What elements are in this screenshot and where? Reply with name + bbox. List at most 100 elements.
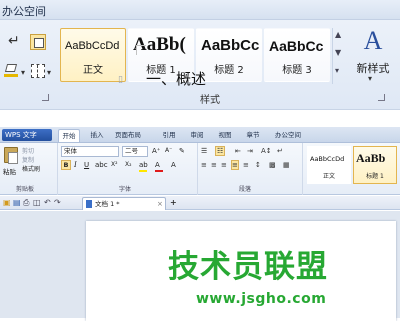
clipboard-group: 粘贴 剪切 复制 格式刷 剪贴板 [0,143,58,195]
border-box-icon[interactable] [30,34,46,50]
document-icon [86,200,92,208]
grow-font-button[interactable]: A⁺ [152,146,160,156]
sort-icon[interactable]: A↕ [261,146,272,156]
tab-insert[interactable]: 插入 [88,129,106,142]
style-gallery-scroll: ▲ ▼ ▾ [332,28,344,84]
format-painter-button[interactable]: 格式刷 [22,164,40,173]
highlight-color-swatch [139,170,147,172]
font-color-button[interactable]: A [155,160,160,170]
tab-sections[interactable]: 章节 [244,129,262,142]
tab-page-layout[interactable]: 页面布局 [112,129,144,142]
paragraph-mark-icon[interactable]: ↵ [8,34,22,48]
border-icon[interactable]: ▦ [283,160,290,170]
justify-icon[interactable]: ≡ [231,160,239,170]
align-center-icon[interactable]: ≡ [211,160,217,170]
style-heading-3[interactable]: AaBbCc 标题 3 [264,28,330,82]
open-icon[interactable]: ▣ [3,198,11,208]
style-caption: 正文 [83,65,103,76]
bold-button[interactable]: B [61,160,71,170]
quick-access-bar: ▣ ▤ ⎙ ◫ ↶ ↷ 文档 1 * × + [0,196,400,210]
watermark-text: 技术员联盟 [168,249,328,285]
paste-button-label[interactable]: 粘贴 [3,166,16,176]
scroll-down-icon[interactable]: ▼ [335,48,341,58]
margin-corner-mark [136,45,146,55]
italic-button[interactable]: I [74,160,77,170]
clipboard-group-label: 剪贴板 [16,186,35,193]
superscript-button[interactable]: X² [111,160,118,170]
tab-home[interactable]: 开始 [58,129,80,142]
font-size-select[interactable]: 二号 [122,146,148,157]
distribute-icon[interactable]: ≡ [243,160,249,170]
group-launcher-icon[interactable] [378,94,385,101]
show-marks-icon[interactable]: ↵ [277,146,283,156]
style-normal[interactable]: AaBbCcDd 正文 [307,146,351,184]
document-heading[interactable]: 一、概述 [146,68,206,89]
close-icon[interactable]: × [157,199,163,209]
style-caption: 标题 1 [366,173,384,180]
bullets-icon[interactable]: ☰ [201,146,207,156]
tab-review[interactable]: 审阅 [188,129,206,142]
style-sample: AaBbCcDd [310,155,345,163]
char-border-button[interactable]: A [171,160,176,170]
shrink-font-button[interactable]: A⁻ [165,146,172,156]
shading-icon[interactable]: ▩ [269,160,276,170]
paste-icon[interactable] [4,147,18,164]
align-left-icon[interactable]: ≡ [201,160,207,170]
new-style-button[interactable]: A 新样式 ▾ [348,28,398,84]
print-preview-icon[interactable]: ◫ [33,198,41,208]
subscript-button[interactable]: X₂ [125,160,132,170]
tab-office-space[interactable]: 办公空间 [272,129,304,142]
outdent-icon[interactable]: ⇤ [235,146,241,156]
document-tab[interactable]: 文档 1 * × [82,197,166,210]
style-caption: 标题 3 [282,65,312,76]
document-tab-label: 文档 1 * [95,200,120,208]
watermark-url: www.jsgho.com [196,291,327,307]
font-color-swatch [155,170,163,172]
borders-grid-icon[interactable] [31,64,45,78]
menu-tab-bar: WPS 文字 开始 插入 页面布局 引用 审阅 视图 章节 办公空间 [0,127,400,143]
styles-group-label: 样式 [200,95,220,106]
wps-app-menu-button[interactable]: WPS 文字 [2,129,52,141]
scroll-up-icon[interactable]: ▲ [335,30,341,40]
underline-button[interactable]: U [84,160,89,170]
line-spacing-icon[interactable]: ↕ [255,160,261,170]
style-sample: AaBbCcDd [65,40,120,52]
align-right-icon[interactable]: ≡ [221,160,227,170]
chevron-down-icon: ▾ [368,74,373,83]
top-tab-bar: 办公空间 [0,0,400,20]
redo-icon[interactable]: ↷ [54,198,61,208]
indent-icon[interactable]: ⇥ [247,146,253,156]
copy-button[interactable]: 复制 [22,155,34,164]
font-group: 宋体 二号 A⁺ A⁻ ✎ B I U abc X² X₂ ab A A 字体 [59,143,198,195]
new-tab-button[interactable]: + [170,198,177,208]
undo-icon[interactable]: ↶ [44,198,51,208]
style-caption: 标题 2 [214,65,244,76]
tab-view[interactable]: 视图 [216,129,234,142]
style-caption: 正文 [322,173,335,180]
new-style-icon: A [363,26,383,55]
clear-format-icon[interactable]: ✎ [179,146,185,156]
style-sample: AaBbCc [201,37,260,54]
highlight-button[interactable]: ab [139,160,148,170]
shading-bucket-icon[interactable] [4,64,20,78]
style-sample: AaBbCc [269,38,324,54]
divider [0,111,400,127]
quick-style-gallery: AaBbCcDd 正文 AaBb 标题 1 [305,144,400,194]
home-ribbon: 粘贴 剪切 复制 格式刷 剪贴板 宋体 二号 A⁺ A⁻ ✎ B I U abc… [0,143,400,195]
save-icon[interactable]: ▤ [13,198,21,208]
tab-references[interactable]: 引用 [160,129,178,142]
numbering-icon[interactable]: ☷ [215,146,226,156]
paragraph-group: ☰ ☷ ⇤ ⇥ A↕ ↵ ≡ ≡ ≡ ≡ ≡ ↕ ▩ ▦ 段落 [199,143,303,195]
style-heading-1[interactable]: AaBb 标题 1 [353,146,397,184]
top-ribbon-zoom: 办公空间 ↵ ▾ ▾ AaBbCcDd 正文 AaBb( 标题 1 AaBbCc… [0,0,400,110]
strikethrough-button[interactable]: abc [95,160,108,170]
print-icon[interactable]: ⎙ [23,198,29,208]
font-name-select[interactable]: 宋体 [61,146,119,157]
group-launcher-icon[interactable] [42,94,49,101]
paragraph-group-label: 段落 [239,186,252,193]
cut-button[interactable]: 剪切 [22,146,34,155]
watermark: 技术员联盟 www.jsgho.com [168,247,400,317]
tab-office-space[interactable]: 办公空间 [2,3,46,19]
style-normal[interactable]: AaBbCcDd 正文 [60,28,126,82]
gallery-more-icon[interactable]: ▾ [335,66,339,76]
